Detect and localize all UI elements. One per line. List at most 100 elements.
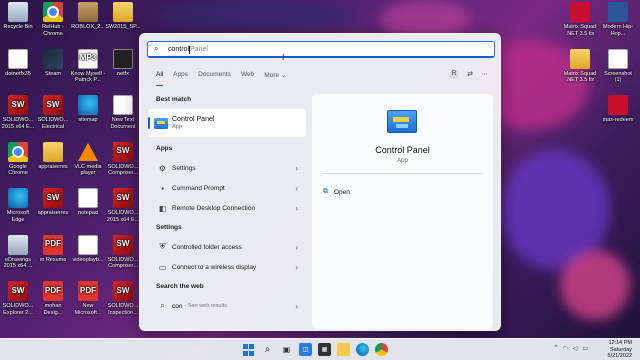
- desktop-icon-label: SOLIDWO... 2015 x64 E...: [106, 210, 140, 223]
- desktop-icon-mohan-desig[interactable]: PDF mohan Desig...: [35, 281, 71, 316]
- avatar[interactable]: R: [449, 69, 460, 79]
- result-remote-desktop[interactable]: ◧ Remote Desktop Connection ›: [148, 198, 306, 218]
- desktop-icon-modern-hip-hop[interactable]: Modern Hip-Hop...: [600, 2, 636, 37]
- result-web-search[interactable]: ⌕ con - See web results ›: [148, 296, 306, 316]
- chrome-icon[interactable]: [375, 343, 388, 356]
- file-explorer-icon[interactable]: [337, 343, 350, 356]
- desktop-icon-steam[interactable]: Steam: [35, 48, 71, 78]
- app-icon: SW: [113, 141, 133, 162]
- tab-web[interactable]: Web: [241, 71, 254, 83]
- desktop-icon-sitemap[interactable]: sitemap: [70, 95, 106, 124]
- store-icon[interactable]: ▦: [318, 343, 331, 356]
- desktop-icon-solidwo-explorer-2[interactable]: SW SOLIDWO... Explorer 2...: [0, 281, 36, 316]
- tab-all[interactable]: All: [156, 71, 164, 86]
- tab-more[interactable]: More ⌄: [264, 71, 286, 83]
- desktop-icon-label: mas-redeem: [602, 117, 634, 123]
- desktop-icon-solidwo-2015-x64-e[interactable]: SW SOLIDWO... 2015 x64 E...: [0, 95, 36, 130]
- volume-icon[interactable]: ◁: [573, 345, 578, 352]
- desktop-icon-label: New Text Document: [110, 117, 136, 130]
- display-icon: ▭: [158, 262, 167, 272]
- desktop-icon-label: Steam: [45, 70, 61, 77]
- app-icon: PDF: [78, 281, 98, 301]
- app-icon: SW: [113, 188, 133, 208]
- more-options-icon[interactable]: ⋯: [481, 70, 488, 78]
- ibeam-cursor-icon: I: [282, 53, 285, 62]
- taskbar-clock[interactable]: 12:14 PM Saturday 5/21/2022: [608, 340, 632, 360]
- desktop-icon-videoplayb[interactable]: videoplayb...: [70, 234, 106, 264]
- desktop-icon-solidwo-electrical[interactable]: SW SOLIDWO... Electrical: [35, 95, 71, 130]
- desktop-icon-appraiserres[interactable]: SW appraiserres: [35, 188, 71, 217]
- control-panel-icon: [387, 110, 417, 133]
- wifi-icon[interactable]: ◠: [562, 345, 567, 352]
- desktop-icon-mas-redeem[interactable]: mas-redeem: [600, 95, 636, 124]
- desktop-icon-label: m Resume: [39, 256, 67, 263]
- desktop-icon-label: appraserres: [38, 163, 68, 170]
- desktop-icon-netfx[interactable]: netfx: [105, 48, 141, 78]
- search-autocomplete: Panel: [190, 45, 208, 53]
- desktop-icon-appraserres[interactable]: appraserres: [35, 141, 71, 171]
- chevron-right-icon[interactable]: ›: [295, 204, 298, 213]
- desktop-icon-m-resume[interactable]: PDF m Resume: [35, 234, 71, 264]
- desktop-icon-notepad[interactable]: notepad: [70, 188, 106, 217]
- desktop-icon-screenshot-1[interactable]: Screenshot (1): [600, 48, 636, 84]
- chevron-right-icon[interactable]: ›: [295, 184, 298, 193]
- edge-icon[interactable]: [356, 343, 369, 356]
- desktop-icon-relhub-chrome[interactable]: RelHub - Chrome: [35, 2, 71, 37]
- desktop-icon-label: netfx: [117, 70, 129, 77]
- desktop-icon-label: SOLIDWO... 2015 x64 E...: [1, 117, 35, 130]
- search-header-actions: R ⇄ ⋯: [449, 69, 488, 79]
- result-command-prompt[interactable]: ▪ Command Prompt ›: [148, 178, 306, 198]
- desktop-icon-label: SOLIDWO... Composer...: [107, 163, 139, 177]
- desktop-icon-roblox-2[interactable]: ROBLOX_2...: [70, 2, 106, 31]
- desktop-icon-recycle-bin[interactable]: Recycle Bin: [0, 2, 36, 31]
- tab-documents[interactable]: Documents: [198, 71, 231, 83]
- chevron-right-icon[interactable]: ›: [295, 302, 298, 311]
- desktop-icon-solidwo-composer[interactable]: SW SOLIDWO... Composer...: [105, 141, 141, 177]
- tray-expand-icon[interactable]: ^: [555, 345, 558, 352]
- desktop-icon-sw2015-sp[interactable]: SW2015_SP...: [105, 2, 141, 31]
- desktop-icon-microsoft-edge[interactable]: Microsoft Edge: [0, 188, 36, 223]
- chevron-right-icon[interactable]: ›: [295, 164, 298, 173]
- task-view-icon[interactable]: ▣: [280, 343, 293, 356]
- result-controlled-folder-access[interactable]: ⛨ Controlled folder access ›: [148, 237, 306, 257]
- desktop-icon-know-myself-patrick-p[interactable]: MP3 Know Myself - Patrick P...: [70, 48, 106, 84]
- chevron-right-icon[interactable]: ›: [295, 263, 298, 272]
- clock-time: 12:14 PM: [608, 340, 632, 346]
- desktop-icon-label: Know Myself - Patrick P...: [70, 70, 106, 84]
- desktop-icon-label: SOLIDWO... Explorer 2...: [2, 303, 34, 316]
- app-icon: PDF: [43, 281, 63, 301]
- desktop-icon-new-text-document[interactable]: New Text Document: [105, 95, 141, 130]
- chevron-right-icon[interactable]: ›: [295, 243, 298, 252]
- windows-start-icon[interactable]: [242, 343, 255, 356]
- result-label: Connect to a wireless display: [172, 263, 257, 271]
- desktop-icon-matrix-squad-net-3-5-fix[interactable]: Matrix Squad .NET 3.5 fix: [562, 2, 598, 37]
- result-label: Settings: [172, 164, 196, 172]
- share-icon[interactable]: ⇄: [467, 70, 473, 78]
- preview-title: Control Panel: [375, 145, 430, 155]
- desktop-icon-new-microsoft[interactable]: PDF New Microsoft...: [70, 281, 106, 316]
- desktop-icon-label: ROBLOX_2...: [71, 24, 105, 30]
- app-icon: PDF: [43, 234, 63, 255]
- app-icon: [570, 48, 590, 69]
- result-settings[interactable]: ⚙ Settings ›: [148, 158, 306, 178]
- tab-apps[interactable]: Apps: [173, 71, 188, 83]
- gear-icon: ⚙: [158, 163, 167, 173]
- desktop-icon-vlc-media-player[interactable]: VLC media player: [70, 142, 106, 177]
- best-match-control-panel[interactable]: Control Panel App: [148, 109, 306, 137]
- widgets-icon[interactable]: ◫: [299, 343, 312, 356]
- search-input[interactable]: ⌕ control Panel: [147, 41, 495, 58]
- battery-icon[interactable]: ▭: [582, 345, 588, 352]
- desktop-icon-solidwo-composer[interactable]: SW SOLIDWO... Composer...: [105, 234, 141, 270]
- result-wireless-display[interactable]: ▭ Connect to a wireless display ›: [148, 257, 306, 277]
- search-icon[interactable]: ⌕: [261, 343, 274, 356]
- desktop-icon-google-chrome[interactable]: Google Chrome: [0, 141, 36, 177]
- desktop-icon-solidwo-inspection[interactable]: SW SOLIDWO... Inspection...: [105, 281, 141, 316]
- desktop-icon-dotnetfx35[interactable]: dotnetfx35: [0, 48, 36, 78]
- desktop-icon-label: New Microsoft...: [74, 303, 102, 316]
- open-action[interactable]: ⧉ Open: [323, 188, 350, 196]
- desktop-icon-edrawings-2015-x64[interactable]: eDrawings 2015 x64 ...: [0, 234, 36, 270]
- app-icon: [113, 2, 133, 22]
- desktop-icon-solidwo-2015-x64-e[interactable]: SW SOLIDWO... 2015 x64 E...: [105, 188, 141, 223]
- taskbar: ⌕ ▣ ◫ ▦ ^ ◠ ◁ ▭ 12:14 PM Saturday 5/21/2…: [0, 338, 640, 360]
- desktop-icon-matrix-squad-net-3-5-fix[interactable]: Matrix Squad .NET 3.5 fix: [562, 48, 598, 84]
